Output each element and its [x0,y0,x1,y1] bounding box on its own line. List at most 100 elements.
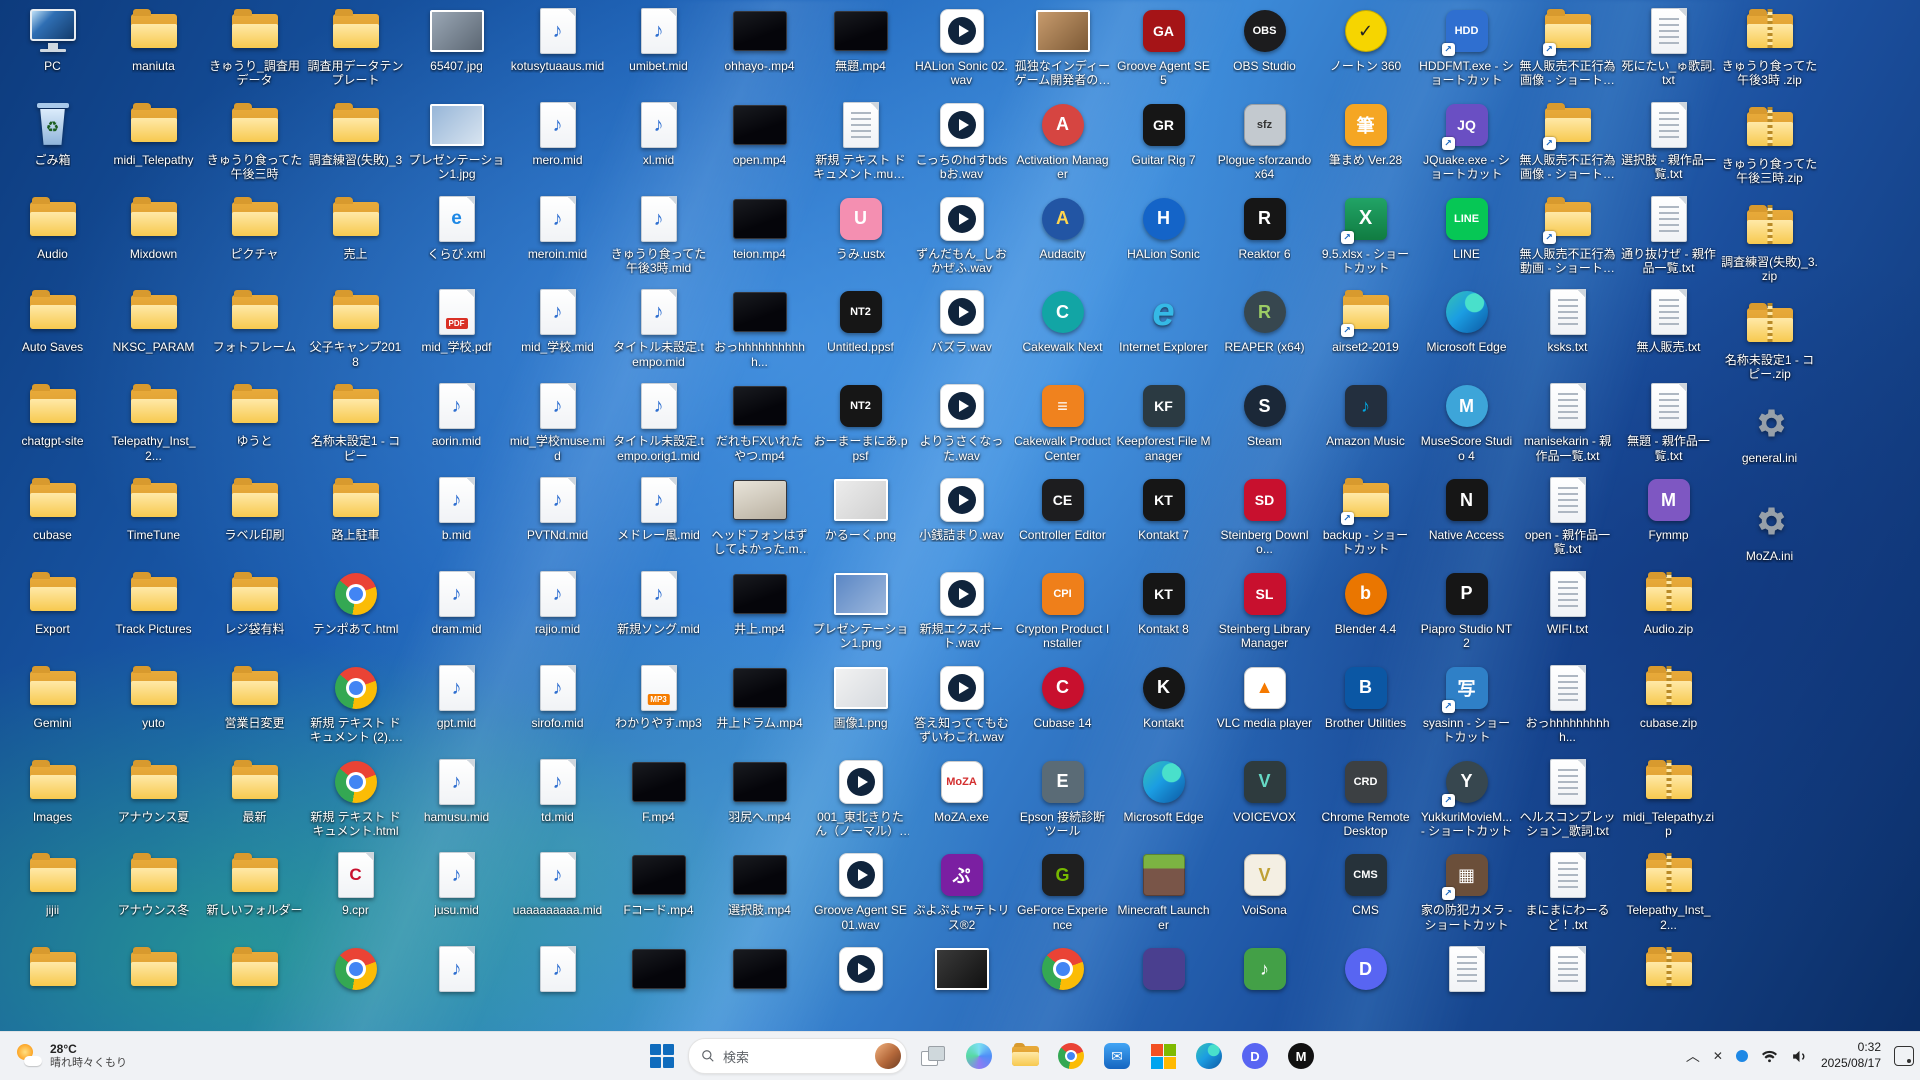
desktop-icon[interactable]: SLSteinberg Library Manager [1214,563,1315,657]
desktop-icon[interactable]: OBSOBS Studio [1214,0,1315,94]
desktop-icon[interactable]: ♪新規ソング.mid [608,563,709,657]
desktop-icon[interactable]: KFKeepforest File Manager [1113,375,1214,469]
desktop-icon[interactable]: CMSCMS [1315,844,1416,938]
desktop-icon[interactable]: ♪b.mid [406,469,507,563]
desktop-icon[interactable]: ohhayo-.mp4 [709,0,810,94]
desktop-icon[interactable]: プレゼンテーション1.jpg [406,94,507,188]
search-highlight-image[interactable] [875,1043,901,1069]
desktop-icon[interactable]: ♻ごみ箱 [2,94,103,188]
clock[interactable]: 0:32 2025/08/17 [1821,1040,1881,1071]
desktop-icon[interactable]: maniuta [103,0,204,94]
desktop-icon[interactable]: NT2おーまーまにあ.ppsf [810,375,911,469]
desktop-icon[interactable]: KKontakt [1113,657,1214,751]
desktop-icon[interactable]: ▦↗家の防犯カメラ - ショートカット [1416,844,1517,938]
desktop-icon[interactable]: ↗無人販売不正行為 動画 - ショートカット [1517,188,1618,282]
desktop-icon[interactable]: PDFmid_学校.pdf [406,281,507,375]
desktop-icon[interactable]: ♪hamusu.mid [406,751,507,845]
desktop-icon[interactable] [810,938,911,1032]
desktop-icon[interactable] [305,938,406,1032]
desktop-icon[interactable]: ▲VLC media player [1214,657,1315,751]
volume-icon[interactable] [1791,1048,1808,1065]
desktop-icon[interactable]: KTKontakt 7 [1113,469,1214,563]
desktop-icon[interactable]: D [1315,938,1416,1032]
taskbar-icon-edge[interactable] [1189,1036,1229,1076]
desktop-icon[interactable]: chatgpt-site [2,375,103,469]
desktop-icon[interactable]: ヘルスコンプレッション_歌詞.txt [1517,751,1618,845]
notification-center-button[interactable] [1894,1046,1914,1066]
desktop-icon[interactable]: ♪mid_学校.mid [507,281,608,375]
desktop-icon[interactable]: teion.mp4 [709,188,810,282]
taskbar-icon-file-explorer[interactable] [1005,1036,1045,1076]
desktop-icon[interactable]: PPiapro Studio NT2 [1416,563,1517,657]
desktop-icon[interactable]: CPICrypton Product Installer [1012,563,1113,657]
desktop-icon[interactable]: だれもFXいれたやつ.mp4 [709,375,810,469]
desktop-icon[interactable]: 羽尻へ.mp4 [709,751,810,845]
desktop-icon[interactable]: Track Pictures [103,563,204,657]
desktop-icon[interactable]: NT2Untitled.ppsf [810,281,911,375]
desktop-icon[interactable]: Uうみ.ustx [810,188,911,282]
desktop-icon[interactable]: Telepathy_Inst_2... [1618,844,1719,938]
desktop-icon[interactable]: 小銭詰まり.wav [911,469,1012,563]
desktop-icon[interactable]: X↗9.5.xlsx - ショートカット [1315,188,1416,282]
desktop-icon[interactable]: 調査練習(失敗)_3 [305,94,406,188]
desktop-icon[interactable]: ラベル印刷 [204,469,305,563]
desktop-icon[interactable]: MP3わかりやす.mp3 [608,657,709,751]
desktop-icon[interactable]: F.mp4 [608,751,709,845]
desktop-icon[interactable]: まにまにわーるど！.txt [1517,844,1618,938]
desktop-icon[interactable]: 新しいフォルダー [204,844,305,938]
desktop-icon[interactable]: 調査練習(失敗)_3.zip [1719,196,1820,294]
desktop-icon[interactable]: 選択肢 - 親作品一覧.txt [1618,94,1719,188]
desktop-icon[interactable]: 筆筆まめ Ver.28 [1315,94,1416,188]
desktop-icon[interactable]: 画像1.png [810,657,911,751]
desktop-icon[interactable]: Audio [2,188,103,282]
desktop-icon[interactable]: アナウンス夏 [103,751,204,845]
desktop-icon[interactable]: HHALion Sonic [1113,188,1214,282]
desktop-icon[interactable]: アナウンス冬 [103,844,204,938]
desktop-icon[interactable] [204,938,305,1032]
taskbar-weather-widget[interactable]: 28°C 晴れ時々くもり [6,1032,137,1080]
desktop-icon[interactable]: 調査用データテンプレート [305,0,406,94]
desktop-icon[interactable]: きゅうり食ってた午後三時.zip [1719,98,1820,196]
desktop-icon[interactable]: TimeTune [103,469,204,563]
taskbar-icon-chrome[interactable] [1051,1036,1091,1076]
desktop-icon[interactable]: Microsoft Edge [1416,281,1517,375]
desktop-icon[interactable]: 通り抜けぜ - 親作品一覧.txt [1618,188,1719,282]
desktop-icon[interactable]: 営業日変更 [204,657,305,751]
desktop-icon[interactable]: Minecraft Launcher [1113,844,1214,938]
desktop-icon[interactable]: Microsoft Edge [1113,751,1214,845]
desktop-icon[interactable]: SSteam [1214,375,1315,469]
desktop-icon[interactable]: ♪td.mid [507,751,608,845]
desktop-icon[interactable] [709,938,810,1032]
desktop-icon[interactable]: Gemini [2,657,103,751]
desktop-icon[interactable]: LINELINE [1416,188,1517,282]
desktop-icon[interactable]: ♪タイトル未設定.tempo.orig1.mid [608,375,709,469]
desktop-icon[interactable] [103,938,204,1032]
desktop-icon[interactable]: ヘッドフォンはずしてよかった.mp4 [709,469,810,563]
desktop-icon[interactable]: 65407.jpg [406,0,507,94]
desktop-icon[interactable] [911,938,1012,1032]
desktop-icon[interactable]: VVoiSona [1214,844,1315,938]
desktop-icon[interactable]: KTKontakt 8 [1113,563,1214,657]
desktop-icon[interactable]: ♪ [406,938,507,1032]
desktop-icon[interactable]: RReaktor 6 [1214,188,1315,282]
desktop-icon[interactable] [608,938,709,1032]
desktop-icon[interactable]: 井上.mp4 [709,563,810,657]
desktop-icon[interactable]: ♪タイトル未設定.tempo.mid [608,281,709,375]
desktop-icon[interactable]: ぷぷよぷよ™テトリス®2 [911,844,1012,938]
desktop-icon[interactable]: 写↗syasinn - ショートカット [1416,657,1517,751]
desktop-icon[interactable]: general.ini [1719,392,1820,490]
desktop-icon[interactable] [1012,938,1113,1032]
desktop-icon[interactable]: sfzPlogue sforzando x64 [1214,94,1315,188]
desktop-icon[interactable]: 新規 テキスト ドキュメント.html [305,751,406,845]
desktop-icon[interactable]: ♪PVTNd.mid [507,469,608,563]
desktop-icon[interactable]: ♪rajio.mid [507,563,608,657]
desktop-icon[interactable]: きゅうり食ってた午後三時 [204,94,305,188]
desktop-icon[interactable]: こっちのhdすbdsbお.wav [911,94,1012,188]
desktop-icon[interactable]: Groove Agent SE 01.wav [810,844,911,938]
desktop-icon[interactable]: 選択肢.mp4 [709,844,810,938]
desktop-icon[interactable]: テンポあて.html [305,563,406,657]
desktop-icon[interactable]: ♪umibet.mid [608,0,709,94]
desktop-icon[interactable]: きゅうり_調査用データ [204,0,305,94]
search-box[interactable]: 検索 [688,1038,907,1074]
desktop-icon[interactable] [1416,938,1517,1032]
